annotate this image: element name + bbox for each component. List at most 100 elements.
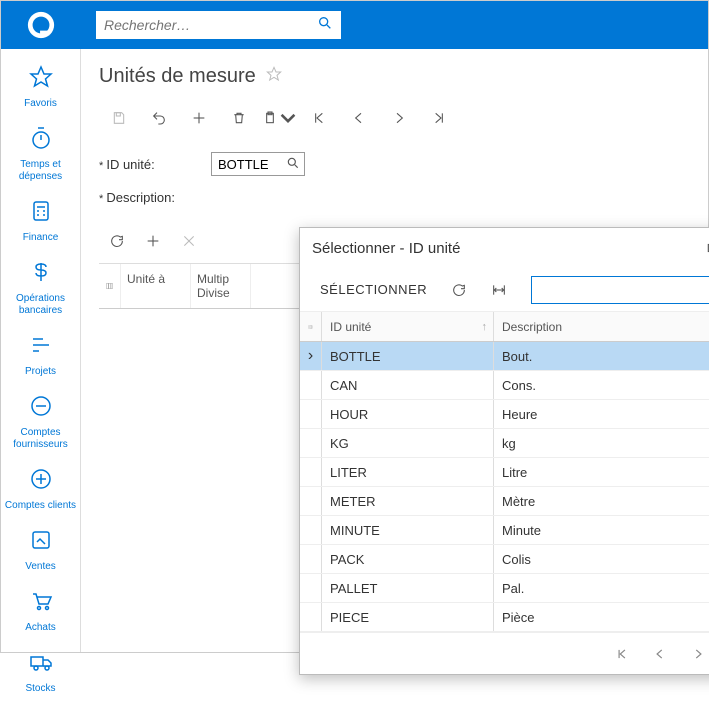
sidebar-item-label: Comptes fournisseurs bbox=[3, 427, 78, 451]
table-row[interactable]: KGkg bbox=[300, 429, 709, 458]
sidebar-item-ap[interactable]: Comptes fournisseurs bbox=[1, 388, 80, 461]
add-button[interactable] bbox=[179, 102, 219, 134]
sidebar-item-temps[interactable]: Temps et dépenses bbox=[1, 120, 80, 193]
row-marker bbox=[300, 545, 322, 573]
popup-search-input[interactable] bbox=[538, 282, 709, 297]
sidebar-item-ventes[interactable]: Ventes bbox=[1, 522, 80, 583]
page-prev-button[interactable] bbox=[644, 641, 676, 667]
table-row[interactable]: PALLETPal. bbox=[300, 574, 709, 603]
cell-desc: Pièce bbox=[494, 603, 709, 631]
cell-desc: Litre bbox=[494, 458, 709, 486]
favorite-toggle[interactable] bbox=[266, 66, 282, 87]
sort-asc-icon: ↑ bbox=[482, 321, 488, 333]
add-row-button[interactable] bbox=[135, 225, 171, 257]
row-marker bbox=[300, 487, 322, 515]
columns-icon[interactable] bbox=[99, 264, 121, 308]
sidebar-item-label: Stocks bbox=[25, 683, 55, 695]
popup-pager bbox=[300, 632, 709, 674]
sidebar-item-label: Opérations bancaires bbox=[3, 293, 78, 317]
star-icon bbox=[29, 65, 53, 94]
table-row[interactable]: PACKColis bbox=[300, 545, 709, 574]
cell-desc: Pal. bbox=[494, 574, 709, 602]
table-row[interactable]: MINUTEMinute bbox=[300, 516, 709, 545]
first-button[interactable] bbox=[299, 102, 339, 134]
plus-circle-icon bbox=[29, 467, 53, 496]
lookup-icon[interactable] bbox=[286, 156, 300, 175]
cell-desc: Cons. bbox=[494, 371, 709, 399]
refresh-button[interactable] bbox=[441, 276, 477, 304]
sidebar-item-label: Ventes bbox=[25, 561, 56, 573]
select-button[interactable]: SÉLECTIONNER bbox=[310, 276, 437, 304]
cell-desc: Mètre bbox=[494, 487, 709, 515]
sidebar-item-ar[interactable]: Comptes clients bbox=[1, 461, 80, 522]
stopwatch-icon bbox=[29, 126, 53, 155]
sidebar: Favoris Temps et dépenses Finance Opérat… bbox=[1, 49, 81, 652]
prev-button[interactable] bbox=[339, 102, 379, 134]
sidebar-item-label: Projets bbox=[25, 366, 56, 378]
table-row[interactable]: LITERLitre bbox=[300, 458, 709, 487]
cell-desc: Minute bbox=[494, 516, 709, 544]
popup-title: Sélectionner - ID unité bbox=[312, 240, 702, 257]
minus-circle-icon bbox=[29, 394, 53, 423]
id-unite-label: ID unité: bbox=[99, 157, 211, 172]
cell-id: PALLET bbox=[322, 574, 494, 602]
popup-search[interactable] bbox=[531, 276, 709, 304]
table-row[interactable]: HOURHeure bbox=[300, 400, 709, 429]
table-row[interactable]: CANCons. bbox=[300, 371, 709, 400]
delete-row-button[interactable] bbox=[171, 225, 207, 257]
popup-col-desc[interactable]: Description bbox=[494, 312, 709, 341]
calculator-icon bbox=[29, 199, 53, 228]
page-next-button[interactable] bbox=[682, 641, 709, 667]
cell-desc: Heure bbox=[494, 400, 709, 428]
page-first-button[interactable] bbox=[606, 641, 638, 667]
cell-id: PIECE bbox=[322, 603, 494, 631]
cell-id: CAN bbox=[322, 371, 494, 399]
grid-col-unite[interactable]: Unité à bbox=[121, 264, 191, 308]
sidebar-item-favoris[interactable]: Favoris bbox=[1, 59, 80, 120]
id-unite-input[interactable] bbox=[218, 157, 282, 172]
table-row[interactable]: PIECEPièce bbox=[300, 603, 709, 632]
cell-id: LITER bbox=[322, 458, 494, 486]
maximize-icon[interactable] bbox=[702, 237, 709, 259]
edit-icon bbox=[29, 528, 53, 557]
sidebar-item-projets[interactable]: Projets bbox=[1, 327, 80, 388]
lookup-popup: Sélectionner - ID unité SÉLECTIONNER ID … bbox=[299, 227, 709, 675]
app-logo[interactable] bbox=[1, 1, 81, 49]
row-marker bbox=[300, 516, 322, 544]
global-search[interactable] bbox=[96, 11, 341, 39]
columns-icon[interactable] bbox=[300, 312, 322, 341]
row-marker bbox=[300, 603, 322, 631]
sidebar-item-label: Temps et dépenses bbox=[3, 159, 78, 183]
fit-columns-button[interactable] bbox=[481, 276, 517, 304]
sidebar-item-bank[interactable]: Opérations bancaires bbox=[1, 254, 80, 327]
sidebar-item-stocks[interactable]: Stocks bbox=[1, 644, 80, 705]
sidebar-item-achats[interactable]: Achats bbox=[1, 583, 80, 644]
row-marker bbox=[300, 458, 322, 486]
truck-icon bbox=[29, 650, 53, 679]
clipboard-button[interactable] bbox=[259, 102, 299, 134]
last-button[interactable] bbox=[419, 102, 459, 134]
cell-id: BOTTLE bbox=[322, 342, 494, 370]
cell-desc: Colis bbox=[494, 545, 709, 573]
cart-icon bbox=[29, 589, 53, 618]
popup-col-id[interactable]: ID unité↑ bbox=[322, 312, 494, 341]
page-title: Unités de mesure bbox=[99, 65, 256, 88]
row-marker bbox=[300, 371, 322, 399]
table-row[interactable]: METERMètre bbox=[300, 487, 709, 516]
sidebar-item-label: Finance bbox=[23, 232, 59, 244]
id-unite-field[interactable] bbox=[211, 152, 305, 176]
cell-desc: kg bbox=[494, 429, 709, 457]
row-marker bbox=[300, 574, 322, 602]
next-button[interactable] bbox=[379, 102, 419, 134]
main-content: Unités de mesure ID unité: bbox=[81, 49, 708, 652]
save-button[interactable] bbox=[99, 102, 139, 134]
grid-col-multip[interactable]: Multip Divise bbox=[191, 264, 251, 308]
sidebar-item-finance[interactable]: Finance bbox=[1, 193, 80, 254]
table-row[interactable]: BOTTLEBout. bbox=[300, 342, 709, 371]
delete-button[interactable] bbox=[219, 102, 259, 134]
undo-button[interactable] bbox=[139, 102, 179, 134]
refresh-grid-button[interactable] bbox=[99, 225, 135, 257]
popup-grid-header: ID unité↑ Description bbox=[300, 312, 709, 342]
record-toolbar bbox=[99, 102, 690, 134]
global-search-input[interactable] bbox=[104, 17, 317, 33]
